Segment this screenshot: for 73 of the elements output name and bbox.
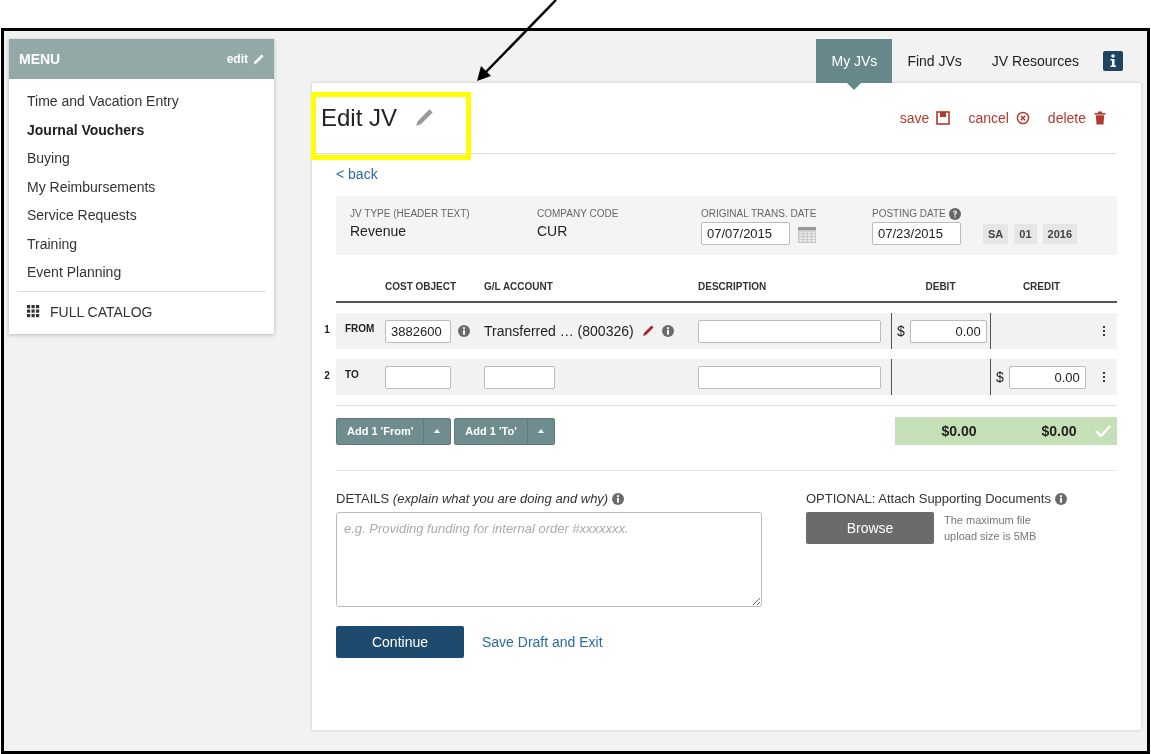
currency-sign: $ (897, 323, 905, 339)
column-header: COST OBJECT (385, 281, 458, 292)
debit-total: $0.00 (940, 423, 978, 439)
menu-item[interactable]: Time and Vacation Entry (27, 87, 179, 116)
column-header: CREDIT (1021, 281, 1062, 292)
info-icon[interactable] (1103, 51, 1123, 71)
info-icon (458, 325, 470, 337)
info-icon (612, 492, 625, 505)
back-link[interactable]: < back (336, 166, 378, 182)
more-options-icon[interactable] (1101, 325, 1106, 337)
full-catalog-link[interactable]: FULL CATALOG (50, 303, 153, 320)
continue-button[interactable]: Continue (336, 626, 464, 658)
details-field[interactable]: e.g. Providing funding for internal order #xxxxxxx. (336, 512, 762, 607)
field-label: POSTING DATE (872, 208, 946, 219)
column-header: DESCRIPTION (698, 281, 768, 292)
gl-account-text: Transferred … (800326) (484, 323, 634, 339)
help-icon (948, 207, 961, 220)
save-draft-link[interactable]: Save Draft and Exit (482, 634, 603, 650)
menu-item[interactable]: Service Requests (27, 201, 137, 230)
field-value: Revenue (350, 223, 408, 239)
description-field[interactable] (698, 365, 881, 389)
grid-icon (27, 305, 40, 318)
period-tag: 2016 (1042, 223, 1077, 244)
details-label: DETAILS (explain what you are doing and why) (336, 491, 609, 506)
currency-sign: $ (996, 369, 1004, 385)
menu-item[interactable]: My Reimbursements (27, 172, 156, 201)
field-label: COMPANY CODE (537, 208, 619, 219)
info-icon (1054, 492, 1067, 505)
trash-icon (1093, 111, 1107, 125)
cancel-link[interactable]: cancel (968, 110, 1030, 126)
field-label: ORIGINAL TRANS. DATE (701, 208, 817, 219)
column-header: G/L ACCOUNT (484, 281, 554, 292)
column-header: DEBIT (924, 281, 957, 292)
tab[interactable]: Find JVs (892, 39, 977, 83)
menu-item[interactable]: Buying (27, 144, 70, 173)
caret-up-icon (537, 429, 544, 433)
more-options-icon[interactable] (1101, 371, 1106, 383)
cost-object-field[interactable]: 3882600 (385, 319, 451, 343)
menu-item[interactable]: Event Planning (27, 258, 122, 287)
description-field[interactable] (698, 319, 881, 343)
delete-link[interactable]: delete (1047, 110, 1107, 126)
attachments-label: OPTIONAL: Attach Supporting Documents (806, 491, 1051, 506)
pencil-icon (252, 52, 265, 66)
save-link[interactable]: save (899, 110, 951, 126)
page-title: Edit JV (321, 104, 398, 132)
circled-x-icon (1015, 111, 1030, 125)
info-icon (661, 325, 674, 337)
amount-field[interactable]: 0.00 (1008, 365, 1086, 389)
upload-note: The maximum file upload size is 5MB (944, 513, 1038, 544)
menu-item[interactable]: Training (27, 229, 78, 258)
line-direction: FROM (344, 322, 376, 334)
period-tag: SA (983, 223, 1009, 244)
gl-account-field[interactable] (484, 365, 555, 389)
menu-item[interactable]: Journal Vouchers (27, 115, 145, 144)
tab[interactable]: JV Resources (976, 39, 1094, 83)
pencil-icon (413, 107, 436, 129)
menu-title: MENU (19, 51, 61, 67)
field-label: JV TYPE (HEADER TEXT) (350, 208, 470, 219)
period-tag: 01 (1014, 223, 1037, 244)
field-value: CUR (537, 223, 569, 239)
line-direction: TO (344, 368, 360, 380)
line-number: 2 (323, 369, 331, 383)
credit-total: $0.00 (1040, 423, 1078, 439)
browse-button[interactable]: Browse (806, 512, 934, 544)
pencil-icon (640, 324, 655, 338)
calendar-icon[interactable] (798, 224, 816, 243)
line-number: 1 (323, 323, 331, 337)
cost-object-field[interactable] (385, 365, 451, 389)
caret-up-icon (434, 429, 441, 433)
amount-field[interactable]: 0.00 (909, 319, 987, 343)
date-field[interactable]: 07/07/2015 (701, 222, 790, 245)
tab-pointer-icon (847, 83, 862, 90)
date-field[interactable]: 07/23/2015 (872, 222, 961, 245)
